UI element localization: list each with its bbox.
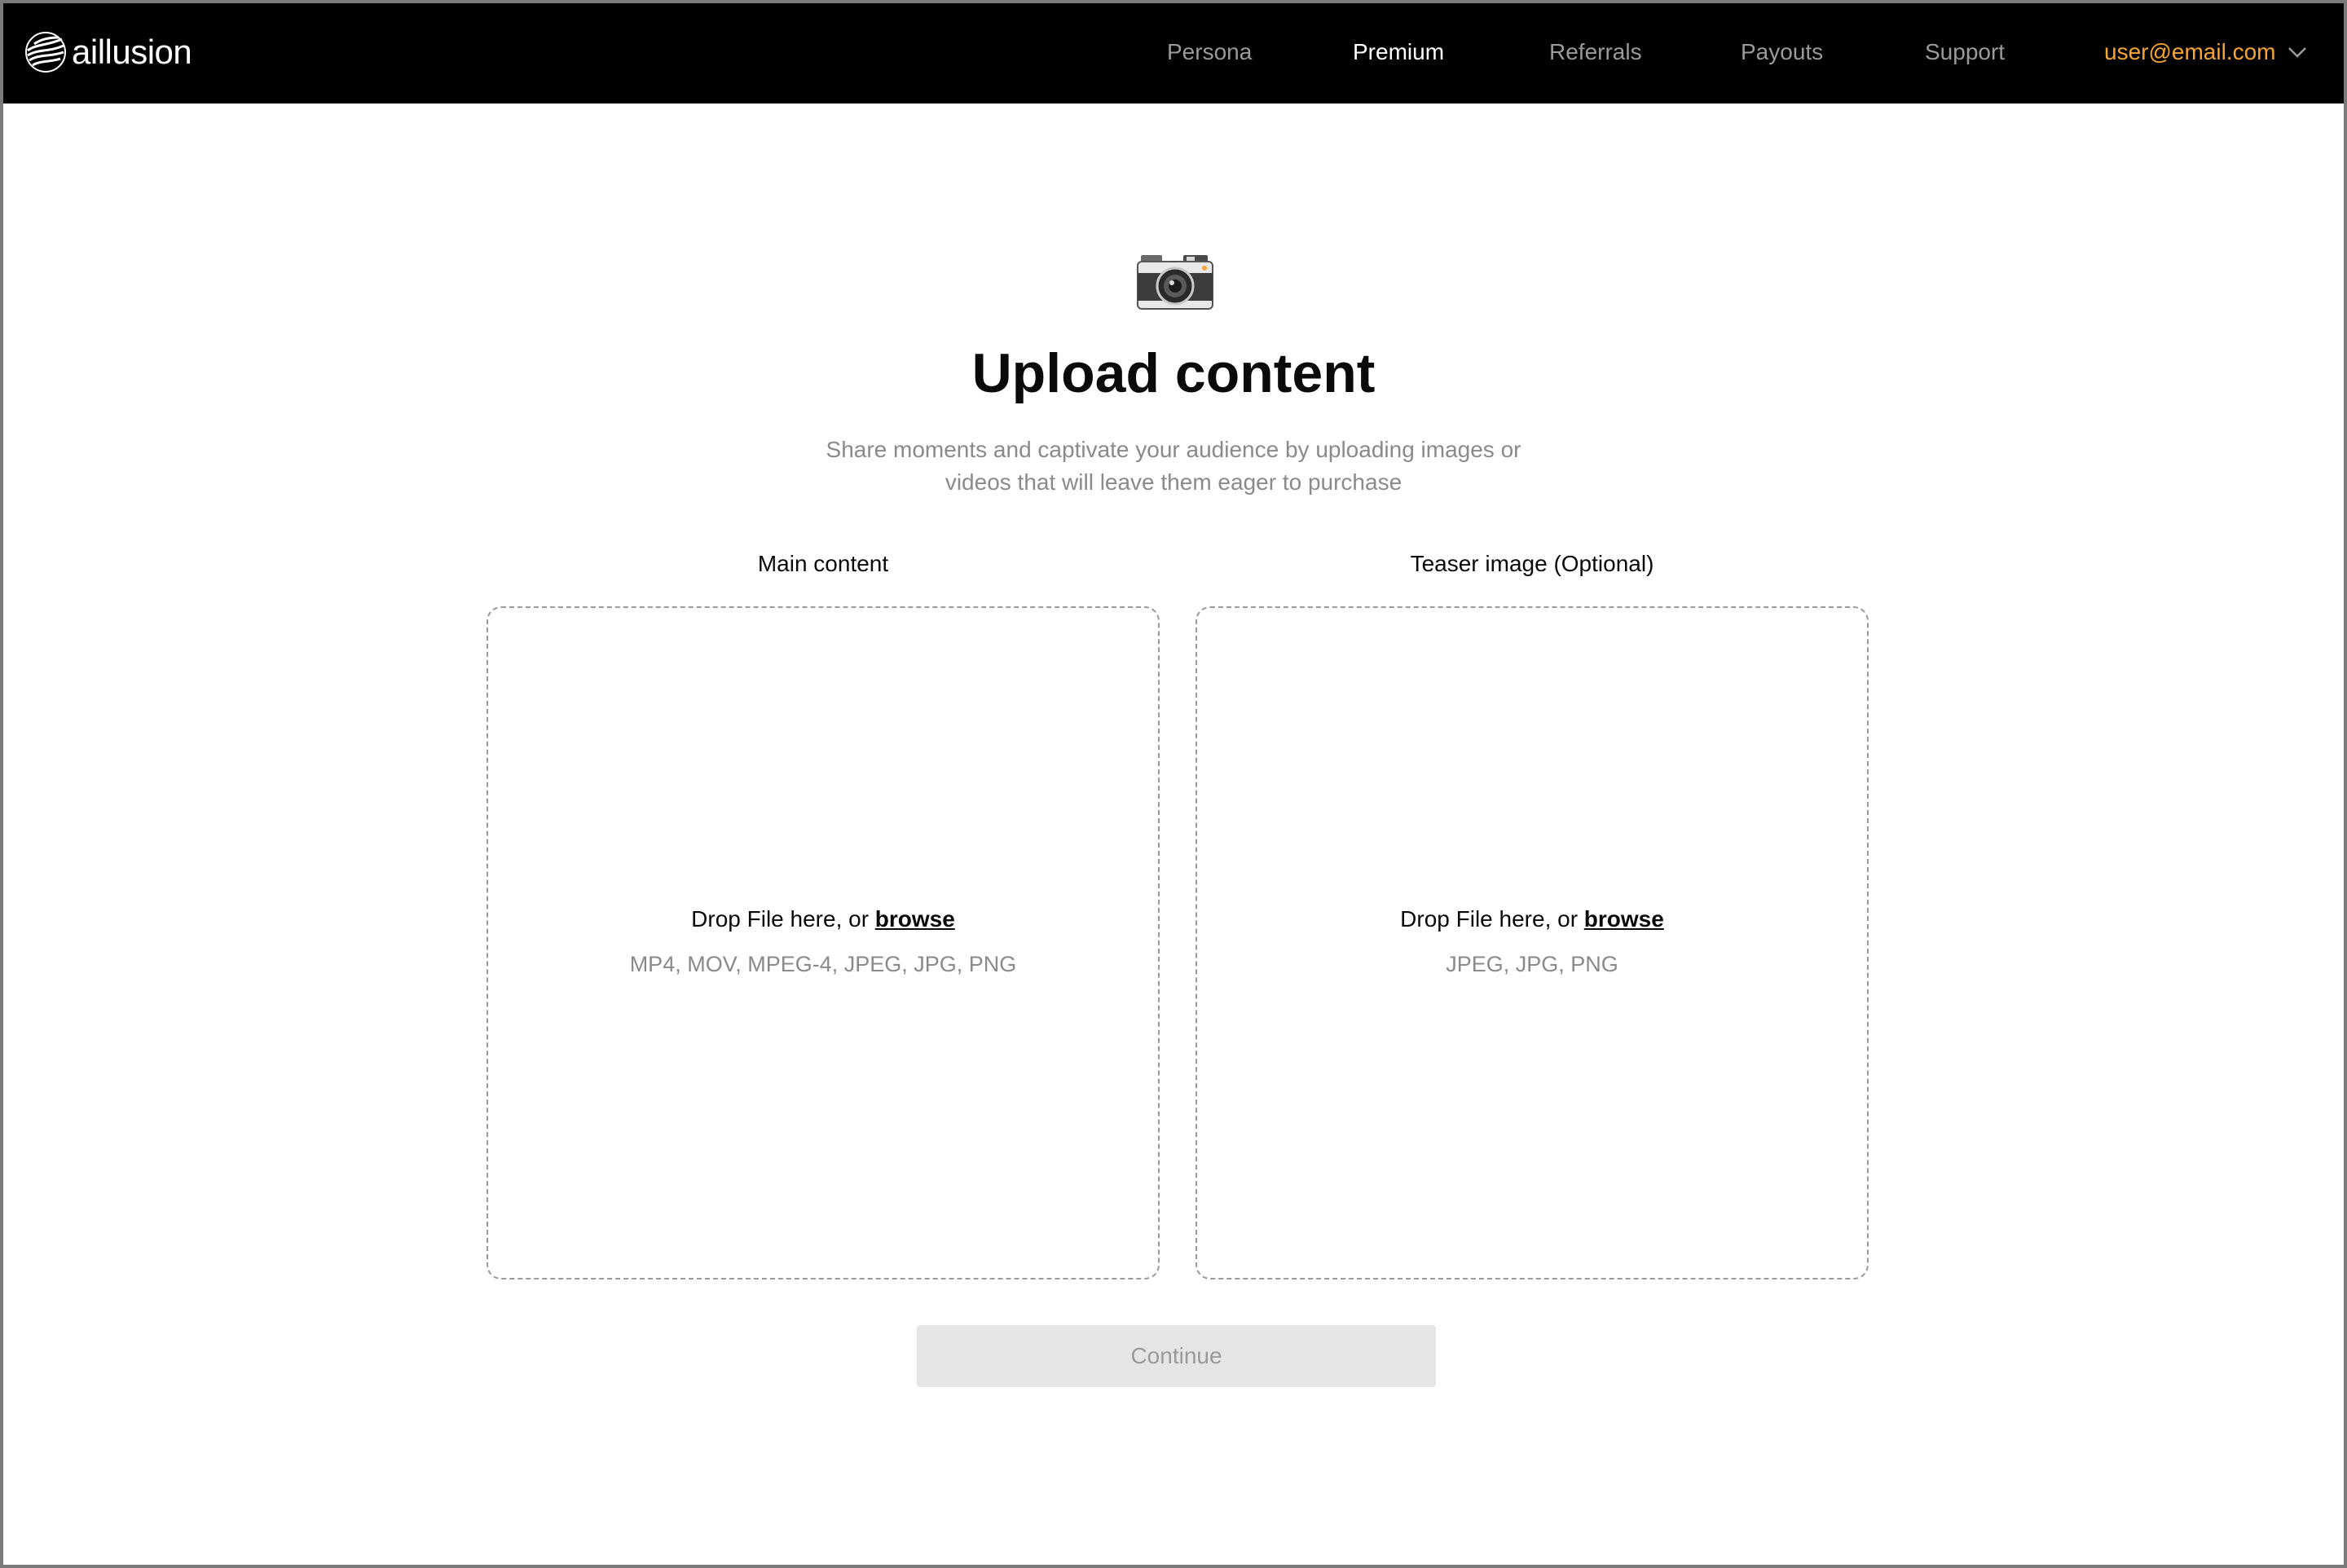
page-title: Upload content [971, 342, 1376, 404]
teaser-drop-prompt: Drop File here, or [1400, 906, 1584, 932]
teaser-drop-text: Drop File here, or browse [1197, 906, 1867, 932]
teaser-image-label: Teaser image (Optional) [1410, 551, 1654, 576]
user-email: user@email.com [2104, 39, 2276, 64]
continue-button[interactable]: Continue [917, 1325, 1436, 1387]
nav-item-payouts[interactable]: Payouts [1741, 39, 1823, 65]
main-accepted-formats: MP4, MOV, MPEG-4, JPEG, JPG, PNG [629, 952, 1017, 976]
app-window: aillusion Persona Premium Referrals Payo… [0, 0, 2347, 1568]
main-content-dropzone[interactable]: Drop File here, or browse MP4, MOV, MPEG… [487, 606, 1160, 1280]
nav-item-premium[interactable]: Premium [1353, 39, 1444, 65]
teaser-image-dropzone[interactable]: Drop File here, or browse JPEG, JPG, PNG [1196, 606, 1869, 1280]
subtitle-line-2: videos that will leave them eager to pur… [945, 469, 1402, 495]
aillusion-logo-icon [25, 32, 66, 73]
top-navbar: aillusion Persona Premium Referrals Payo… [3, 3, 2344, 104]
user-menu[interactable]: user@email.com [2104, 39, 2308, 65]
chevron-down-icon [2288, 47, 2307, 58]
subtitle-line-1: Share moments and captivate your audienc… [826, 437, 1521, 462]
nav-item-referrals[interactable]: Referrals [1549, 39, 1642, 65]
main-content-label: Main content [757, 551, 889, 576]
page-subtitle: Share moments and captivate your audienc… [766, 434, 1581, 499]
main-drop-text: Drop File here, or browse [488, 906, 1158, 932]
main-browse-link[interactable]: browse [875, 906, 955, 932]
camera-icon [1137, 255, 1213, 310]
main-drop-prompt: Drop File here, or [691, 906, 875, 932]
teaser-browse-link[interactable]: browse [1584, 906, 1664, 932]
brand-logo[interactable]: aillusion [23, 28, 192, 77]
teaser-accepted-formats: JPEG, JPG, PNG [1446, 952, 1618, 976]
nav-item-support[interactable]: Support [1925, 39, 2005, 65]
nav-item-persona[interactable]: Persona [1167, 39, 1252, 65]
brand-name: aillusion [72, 33, 192, 71]
